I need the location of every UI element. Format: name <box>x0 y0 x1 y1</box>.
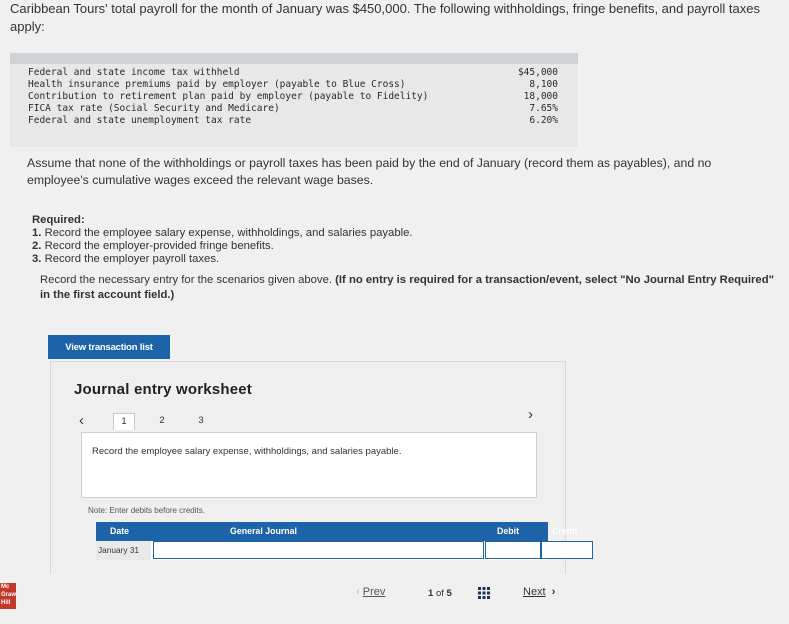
withholding-label: FICA tax rate (Social Security and Medic… <box>28 103 280 114</box>
journal-entry-worksheet: Journal entry worksheet ‹ 1 2 3 › Record… <box>50 361 593 574</box>
next-button[interactable]: Next › <box>523 586 555 598</box>
worksheet-title: Journal entry worksheet <box>74 381 252 398</box>
column-header-debit: Debit <box>497 526 519 536</box>
page-total: 5 <box>446 588 452 599</box>
journal-table-header: Date General Journal Debit Credit <box>96 522 577 541</box>
required-item: 2. Record the employer-provided fringe b… <box>32 240 413 253</box>
required-item: 3. Record the employer payroll taxes. <box>32 253 413 266</box>
required-item-text: Record the employer payroll taxes. <box>44 253 220 265</box>
withholding-label: Contribution to retirement plan paid by … <box>28 91 429 102</box>
instruction-main: Record the necessary entry for the scena… <box>40 274 332 286</box>
withholding-value: $45,000 <box>517 67 558 78</box>
required-section: Required: 1. Record the employee salary … <box>32 214 413 266</box>
withholdings-table-header <box>10 53 578 64</box>
withholding-row: Contribution to retirement plan paid by … <box>10 91 578 103</box>
withholding-row: Federal and state income tax withheld $4… <box>10 67 578 79</box>
column-header-general-journal: General Journal <box>230 526 297 536</box>
column-header-credit: Credit <box>552 526 578 536</box>
journal-table: Date General Journal Debit Credit Januar… <box>96 522 593 560</box>
column-header-date: Date <box>110 526 130 536</box>
assumption-text: Assume that none of the withholdings or … <box>27 156 712 187</box>
withholding-value: 6.20% <box>529 115 558 126</box>
page-indicator: 1 of 5 <box>428 588 452 599</box>
withholding-value: 7.65% <box>529 103 558 114</box>
view-transaction-list-button[interactable]: View transaction list <box>48 335 170 359</box>
withholding-value: 18,000 <box>523 91 558 102</box>
withholding-row: Federal and state unemployment tax rate … <box>10 115 578 127</box>
required-item-text: Record the employee salary expense, with… <box>44 227 413 239</box>
withholding-label: Health insurance premiums paid by employ… <box>28 79 406 90</box>
task-description-box: Record the employee salary expense, with… <box>81 432 537 498</box>
required-item-text: Record the employer-provided fringe bene… <box>44 240 274 252</box>
prev-label: Prev <box>362 586 386 598</box>
prev-button[interactable]: ‹ Prev <box>356 586 385 598</box>
publisher-logo: Mc Graw Hill <box>0 583 16 609</box>
page-of: of <box>435 588 444 599</box>
page-current: 1 <box>428 588 434 599</box>
credit-field[interactable] <box>541 541 593 559</box>
chevron-left-icon: ‹ <box>356 586 360 598</box>
debits-credits-note: Note: Enter debits before credits. <box>88 506 205 515</box>
logo-text: Mc Graw Hill <box>1 584 16 606</box>
worksheet-page-tab[interactable]: 1 <box>113 413 135 430</box>
chevron-right-icon[interactable]: › <box>528 406 533 423</box>
grid-icon[interactable] <box>478 587 490 599</box>
withholdings-table: Federal and state income tax withheld $4… <box>10 53 578 147</box>
worksheet-page-tab[interactable]: 2 <box>152 413 172 429</box>
required-item: 1. Record the employee salary expense, w… <box>32 227 413 240</box>
debit-field[interactable] <box>485 541 541 559</box>
chevron-left-icon[interactable]: ‹ <box>79 412 84 429</box>
problem-intro: Caribbean Tours' total payroll for the m… <box>10 1 760 34</box>
task-description: Record the employee salary expense, with… <box>92 446 402 457</box>
withholding-row: FICA tax rate (Social Security and Medic… <box>10 103 578 115</box>
withholding-label: Federal and state income tax withheld <box>28 67 240 78</box>
worksheet-page-tab[interactable]: 3 <box>191 413 211 429</box>
withholding-row: Health insurance premiums paid by employ… <box>10 79 578 91</box>
journal-row-date: January 31 <box>96 541 151 560</box>
instruction-text: Record the necessary entry for the scena… <box>40 273 780 303</box>
withholding-value: 8,100 <box>529 79 558 90</box>
required-item-number: 1. <box>32 227 42 239</box>
account-field[interactable] <box>153 541 484 559</box>
required-item-number: 2. <box>32 240 42 252</box>
journal-row: January 31 <box>96 541 593 560</box>
chevron-right-icon: › <box>548 586 556 598</box>
required-header: Required: <box>32 214 85 226</box>
next-label: Next <box>523 586 546 598</box>
withholding-label: Federal and state unemployment tax rate <box>28 115 252 126</box>
required-item-number: 3. <box>32 253 42 265</box>
